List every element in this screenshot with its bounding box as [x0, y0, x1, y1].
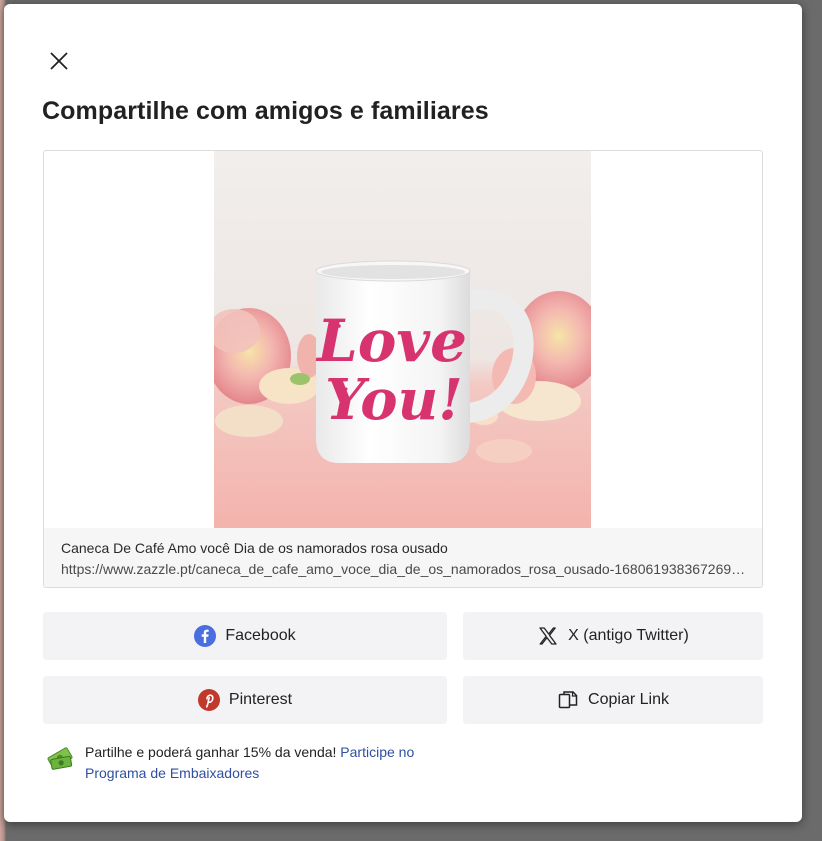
- share-pinterest-button[interactable]: Pinterest: [43, 676, 447, 724]
- promo-text: Partilhe e poderá ganhar 15% da venda! P…: [85, 742, 445, 784]
- facebook-label: Facebook: [225, 627, 296, 644]
- x-twitter-icon: [537, 625, 559, 647]
- share-dialog: Compartilhe com amigos e familiares Love…: [4, 4, 802, 822]
- x-twitter-label: X (antigo Twitter): [568, 627, 689, 644]
- product-preview-card: Love You! Caneca De Café Amo você Dia de…: [43, 150, 763, 588]
- copy-link-button[interactable]: Copiar Link: [463, 676, 763, 724]
- money-icon: [47, 747, 73, 770]
- close-icon: [50, 52, 68, 70]
- product-url: https://www.zazzle.pt/caneca_de_cafe_amo…: [61, 561, 751, 577]
- product-info: Caneca De Café Amo você Dia de os namora…: [44, 528, 762, 587]
- pinterest-label: Pinterest: [228, 691, 293, 708]
- mug-text-love: Love: [315, 307, 467, 375]
- dialog-title: Compartilhe com amigos e familiares: [42, 97, 489, 125]
- facebook-icon: [194, 625, 217, 647]
- close-button[interactable]: [44, 46, 74, 76]
- product-name: Caneca De Café Amo você Dia de os namora…: [61, 540, 448, 556]
- pinterest-icon: [197, 689, 220, 711]
- product-image: Love You!: [214, 151, 591, 528]
- share-x-button[interactable]: X (antigo Twitter): [463, 612, 763, 660]
- mug-text-you: You!: [325, 367, 463, 433]
- share-facebook-button[interactable]: Facebook: [43, 612, 447, 660]
- promo-message: Partilhe e poderá ganhar 15% da venda!: [85, 744, 341, 760]
- copy-icon: [557, 689, 579, 711]
- copy-link-label: Copiar Link: [588, 691, 669, 708]
